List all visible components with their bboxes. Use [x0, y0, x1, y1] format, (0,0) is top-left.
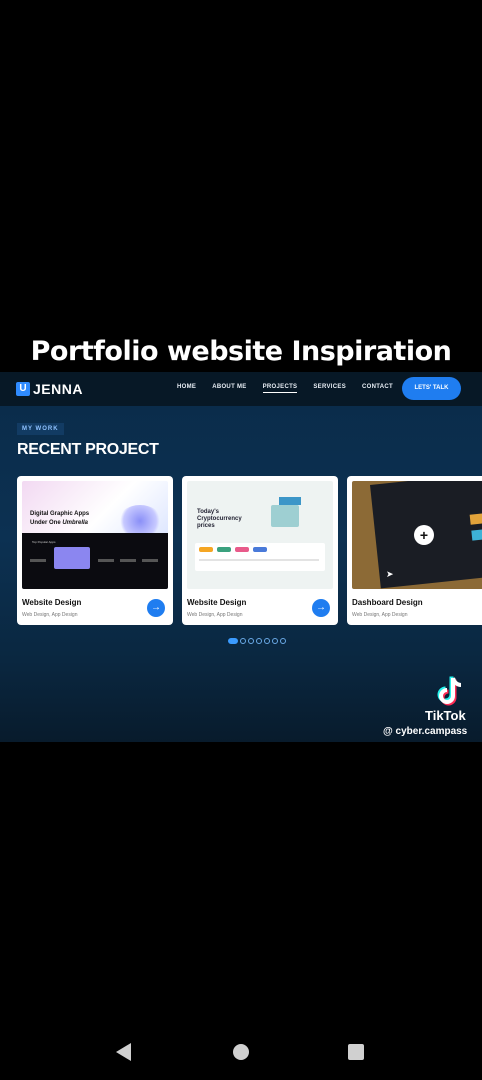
thumb-row: [199, 559, 319, 561]
thumb-dark-panel: Top Popular Apps: [22, 533, 168, 589]
carousel-dot[interactable]: [256, 638, 262, 644]
card-subtitle: Web Design, App Design: [352, 612, 408, 618]
thumb-headline-line2: Under One Umbrella: [30, 520, 88, 526]
carousel-indicators: [228, 638, 288, 644]
carousel-dot[interactable]: [228, 638, 238, 644]
carousel-dot[interactable]: [240, 638, 246, 644]
tiktok-brand: TikTok: [425, 708, 466, 723]
carousel-dot[interactable]: [264, 638, 270, 644]
logo-mark-icon: U: [16, 382, 30, 396]
video-caption: Portfolio website Inspiration: [30, 336, 452, 367]
android-nav-bar: [0, 1040, 482, 1064]
card-subtitle: Web Design, App Design: [22, 612, 78, 618]
thumb-chip: [217, 547, 231, 552]
thumb-tile: [471, 529, 482, 541]
plus-icon[interactable]: +: [414, 525, 434, 545]
card-title: Dashboard Design: [352, 598, 423, 607]
project-card[interactable]: Digital Graphic Apps Under One Umbrella …: [17, 476, 173, 625]
card-title: Website Design: [187, 598, 247, 607]
portfolio-site-preview: U JENNA HOME ABOUT ME PROJECTS SERVICES …: [0, 372, 482, 742]
nav-link-home[interactable]: HOME: [177, 384, 196, 393]
site-navbar: U JENNA HOME ABOUT ME PROJECTS SERVICES …: [0, 372, 482, 406]
carousel-dot[interactable]: [280, 638, 286, 644]
arrow-right-icon[interactable]: →: [312, 599, 330, 617]
project-card[interactable]: Today's Cryptocurrency prices Website De…: [182, 476, 338, 625]
project-card[interactable]: + ➤ Dashboard Design Web Design, App Des…: [347, 476, 482, 625]
thumb-line: [30, 559, 46, 562]
section-title: RECENT PROJECT: [17, 441, 159, 458]
thumb-chip: [253, 547, 267, 552]
thumb-panel-label: Top Popular Apps: [32, 540, 56, 544]
lets-talk-button[interactable]: LETS' TALK: [402, 377, 461, 400]
home-icon[interactable]: [233, 1044, 249, 1060]
thumb-headline-text: Under One: [30, 520, 63, 526]
project-thumbnail: Digital Graphic Apps Under One Umbrella …: [22, 481, 168, 589]
thumb-chip: [199, 547, 213, 552]
carousel-dot[interactable]: [272, 638, 278, 644]
thumb-app-card: [54, 547, 90, 569]
cursor-icon: ➤: [386, 569, 394, 579]
nav-link-about-me[interactable]: ABOUT ME: [212, 384, 246, 393]
thumb-illustration: [271, 505, 299, 527]
thumb-price-table: [195, 543, 325, 571]
logo-text: JENNA: [33, 381, 83, 397]
project-thumbnail: + ➤: [352, 481, 482, 589]
thumb-headline: Digital Graphic Apps: [30, 511, 90, 517]
card-subtitle: Web Design, App Design: [187, 612, 243, 618]
section-eyebrow: MY WORK: [17, 423, 64, 435]
carousel-dot[interactable]: [248, 638, 254, 644]
back-icon[interactable]: [116, 1043, 131, 1061]
recent-apps-icon[interactable]: [348, 1044, 364, 1060]
site-logo[interactable]: U JENNA: [16, 381, 83, 397]
thumb-headline: Today's Cryptocurrency prices: [197, 509, 242, 529]
nav-link-projects[interactable]: PROJECTS: [262, 384, 298, 393]
tiktok-handle: @ cyber.campass: [383, 726, 468, 737]
thumb-line: [142, 559, 158, 562]
thumb-tile: [469, 513, 482, 525]
thumb-headline-italic: Umbrella: [62, 520, 89, 526]
thumb-chip: [235, 547, 249, 552]
thumb-line: [98, 559, 114, 562]
nav-link-services[interactable]: SERVICES: [313, 384, 346, 393]
project-thumbnail: Today's Cryptocurrency prices: [187, 481, 333, 589]
card-title: Website Design: [22, 598, 82, 607]
arrow-right-icon[interactable]: →: [147, 599, 165, 617]
thumb-solar-panel: [279, 497, 301, 505]
thumb-line: [120, 559, 136, 562]
nav-link-contact[interactable]: CONTACT: [362, 384, 393, 393]
nav-links: HOME ABOUT ME PROJECTS SERVICES CONTACT: [177, 384, 409, 393]
tiktok-logo-icon: [437, 676, 462, 706]
